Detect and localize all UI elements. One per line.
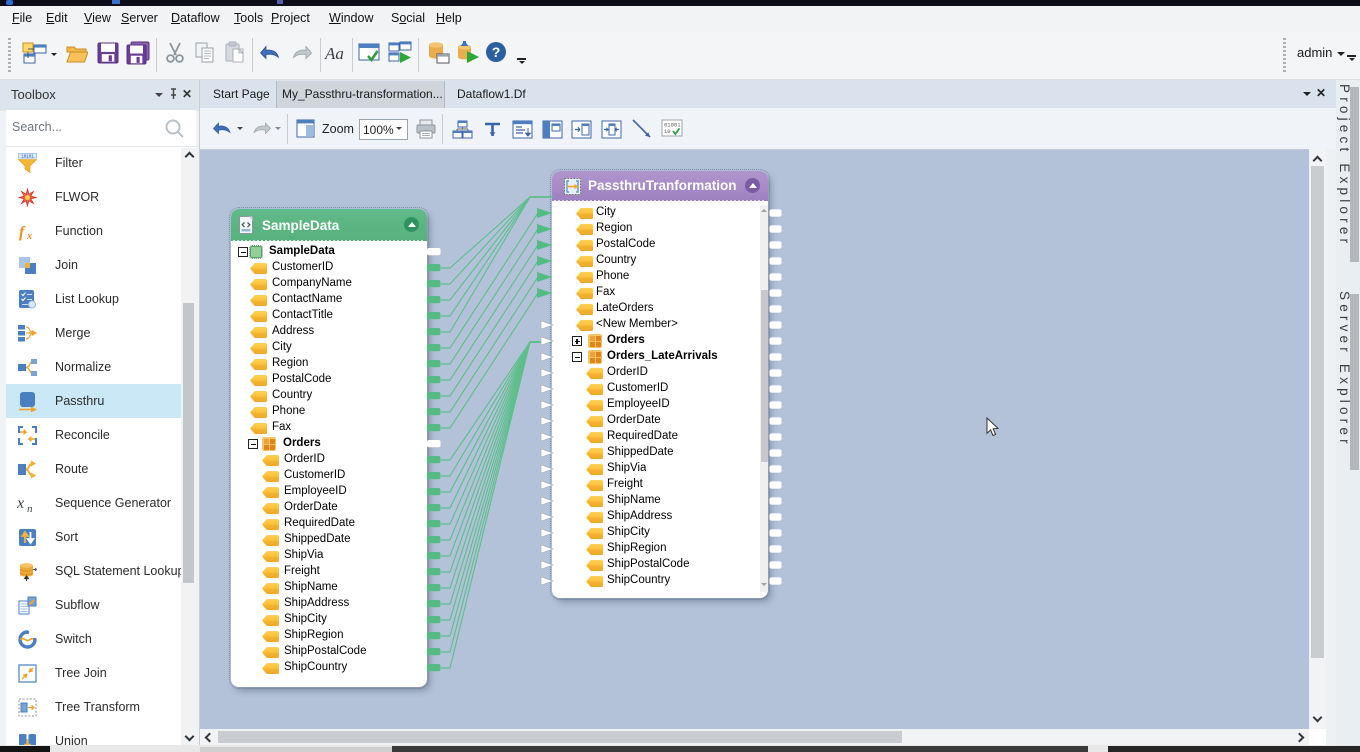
svg-text:10: 10 <box>664 128 671 135</box>
svg-text:10101: 10101 <box>21 155 34 159</box>
svg-text:x: x <box>26 231 32 242</box>
svg-text:x: x <box>17 495 24 512</box>
svg-text:f: f <box>19 224 26 241</box>
svg-text:n: n <box>27 503 33 514</box>
svg-text:?: ? <box>492 44 501 60</box>
